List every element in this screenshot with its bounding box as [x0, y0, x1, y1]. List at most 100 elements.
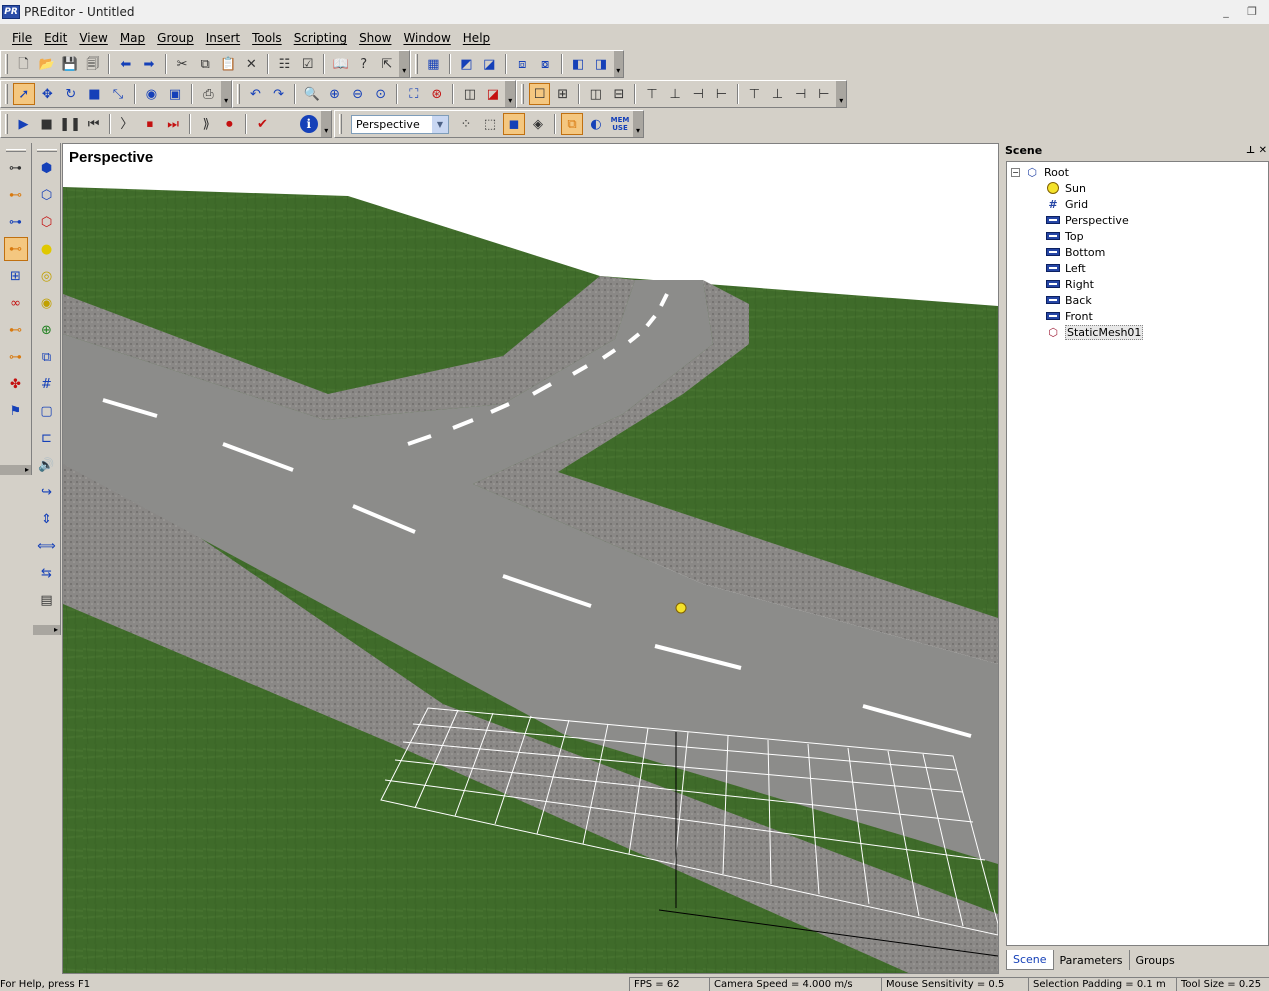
layout-three-left-icon[interactable]: ⊣ — [688, 83, 709, 105]
toolbar-grip[interactable] — [5, 114, 8, 134]
create-wire-box-icon[interactable]: ⬡ — [35, 183, 59, 207]
create-group-icon[interactable]: ⧉ — [35, 345, 59, 369]
tree-item-bottom[interactable]: Bottom — [1007, 244, 1268, 260]
detach-icon[interactable]: ◨ — [591, 53, 612, 75]
select-cursor-icon[interactable]: ➚ — [12, 83, 35, 105]
tab-parameters[interactable]: Parameters — [1054, 950, 1130, 970]
create-trigger-icon[interactable]: ⟺ — [35, 534, 59, 558]
menu-map[interactable]: Map — [114, 31, 151, 45]
menu-tools[interactable]: Tools — [246, 31, 288, 45]
toolbar-overflow-button[interactable]: ▾ — [221, 81, 232, 107]
create-box-icon[interactable]: ⬢ — [35, 156, 59, 180]
nodes-green-icon[interactable]: ⊶ — [4, 345, 28, 369]
create-sun-icon[interactable]: ◎ — [35, 264, 59, 288]
tree-item-perspective[interactable]: Perspective — [1007, 212, 1268, 228]
delete-icon[interactable]: ✕ — [241, 53, 262, 75]
info-icon[interactable]: i — [298, 113, 319, 135]
layout-three-right-icon[interactable]: ⊢ — [711, 83, 732, 105]
close-icon[interactable]: ✕ — [1259, 145, 1267, 156]
rewind-icon[interactable]: ⏮ — [83, 113, 104, 135]
toolbar-overflow-button[interactable]: ▾ — [321, 111, 331, 137]
single-view-layout-icon[interactable]: ☐ — [528, 83, 551, 105]
tab-groups[interactable]: Groups — [1130, 950, 1181, 970]
ungroup-objects-icon[interactable]: ◪ — [479, 53, 500, 75]
layout-three-top-icon[interactable]: ⊤ — [641, 83, 662, 105]
toolbar-overflow-button[interactable]: ▾ — [505, 81, 515, 107]
tree-item-left[interactable]: Left — [1007, 260, 1268, 276]
scene-tree[interactable]: − ⬡ Root Sun # Grid Perspective Top Bott… — [1006, 161, 1269, 946]
layout-three-bottom-icon[interactable]: ⊥ — [665, 83, 686, 105]
pause-icon[interactable]: ❚❚ — [59, 113, 81, 135]
menu-file[interactable]: File — [6, 31, 38, 45]
sound-stop-icon[interactable]: ⏹ — [139, 113, 160, 135]
layout-four-left-icon[interactable]: ⊣ — [790, 83, 811, 105]
tree-item-root[interactable]: − ⬡ Root — [1007, 164, 1268, 180]
toolbar-grip[interactable] — [5, 54, 8, 74]
tree-item-front[interactable]: Front — [1007, 308, 1268, 324]
sound-clear-icon[interactable]: ⏺ — [219, 113, 240, 135]
image-gallery-icon[interactable]: ▦ — [423, 53, 444, 75]
tab-scene[interactable]: Scene — [1006, 950, 1054, 970]
menu-group[interactable]: Group — [151, 31, 200, 45]
create-path-icon[interactable]: ↪ — [35, 480, 59, 504]
menu-insert[interactable]: Insert — [200, 31, 246, 45]
create-camera-icon[interactable]: ⊏ — [35, 426, 59, 450]
create-wall-icon[interactable]: ▤ — [35, 588, 59, 612]
create-sky-icon[interactable]: ⊕ — [35, 318, 59, 342]
viewport-select[interactable]: Perspective ▼ — [351, 114, 449, 134]
back-arrow-icon[interactable]: ⬅ — [115, 53, 136, 75]
open-folder-icon[interactable]: 📂 — [36, 53, 57, 75]
menu-edit[interactable]: Edit — [38, 31, 73, 45]
hierarchy-active-icon[interactable]: ⊷ — [3, 237, 28, 261]
sound-end-icon[interactable]: ⏭ — [162, 113, 183, 135]
zoom-extents-icon[interactable]: ⛶ — [403, 83, 424, 105]
save-all-icon[interactable]: 🗐 — [82, 53, 103, 75]
play-icon[interactable]: ▶ — [13, 113, 34, 135]
toolbar-overflow-button[interactable]: ▾ — [633, 111, 643, 137]
printer-icon[interactable]: ⎙ — [198, 83, 220, 105]
tree-item-sun[interactable]: Sun — [1007, 180, 1268, 196]
unlink-objects-icon[interactable]: ⧇ — [535, 53, 556, 75]
group-objects-icon[interactable]: ◩ — [456, 53, 477, 75]
toolbar-grip[interactable] — [237, 84, 240, 104]
wireframe-view-icon[interactable]: ◫ — [459, 83, 480, 105]
snap-icon[interactable]: ◉ — [141, 83, 163, 105]
pin-icon[interactable]: ⊥ — [1246, 145, 1255, 156]
check-mark-icon[interactable]: ✔ — [252, 113, 273, 135]
tree-item-back[interactable]: Back — [1007, 292, 1268, 308]
toolbar-overflow-button[interactable]: ▸ — [0, 465, 31, 475]
create-spotlight-icon[interactable]: ◉ — [35, 291, 59, 315]
tree-item-staticmesh[interactable]: ⬡ StaticMesh01 — [1007, 324, 1268, 340]
create-light-icon[interactable]: ● — [35, 237, 59, 261]
link-objects-icon[interactable]: ⧈ — [512, 53, 533, 75]
move-icon[interactable]: ✥ — [37, 83, 59, 105]
tree-item-right[interactable]: Right — [1007, 276, 1268, 292]
toolbar-grip[interactable] — [339, 114, 342, 134]
tree-item-top[interactable]: Top — [1007, 228, 1268, 244]
chevron-down-icon[interactable]: ▼ — [432, 115, 448, 133]
zoom-out-icon[interactable]: ⊖ — [347, 83, 368, 105]
textured-cube-icon[interactable]: ◈ — [527, 113, 549, 135]
sound-icon[interactable]: 〉 — [116, 113, 137, 135]
zoom-selected-icon[interactable]: ⊛ — [426, 83, 447, 105]
collapse-icon[interactable]: − — [1011, 167, 1020, 177]
forward-arrow-icon[interactable]: ➡ — [138, 53, 159, 75]
rotate-icon[interactable]: ↻ — [60, 83, 82, 105]
attach-icon[interactable]: ◧ — [568, 53, 589, 75]
zoom-in-icon[interactable]: ⊕ — [324, 83, 345, 105]
solid-view-icon[interactable]: ◪ — [482, 83, 503, 105]
create-mesh-icon[interactable]: ⬡ — [35, 210, 59, 234]
zoom-all-icon[interactable]: ⊙ — [370, 83, 391, 105]
context-help-icon[interactable]: ⇱ — [376, 53, 397, 75]
layout-four-top-icon[interactable]: ⊤ — [744, 83, 765, 105]
save-icon[interactable]: 💾 — [59, 53, 80, 75]
menu-help[interactable]: Help — [457, 31, 496, 45]
menu-scripting[interactable]: Scripting — [288, 31, 353, 45]
windows-logo-icon[interactable]: ⊞ — [4, 264, 28, 288]
hierarchy-orange-icon[interactable]: ⊷ — [4, 183, 28, 207]
new-file-icon[interactable]: 🗋 — [13, 53, 34, 75]
toolbar-grip[interactable] — [5, 149, 26, 152]
bounding-box-icon[interactable]: ⧉ — [561, 113, 583, 135]
horizontal-split-layout-icon[interactable]: ⊟ — [608, 83, 629, 105]
toolbar-overflow-button[interactable]: ▸ — [33, 625, 60, 635]
